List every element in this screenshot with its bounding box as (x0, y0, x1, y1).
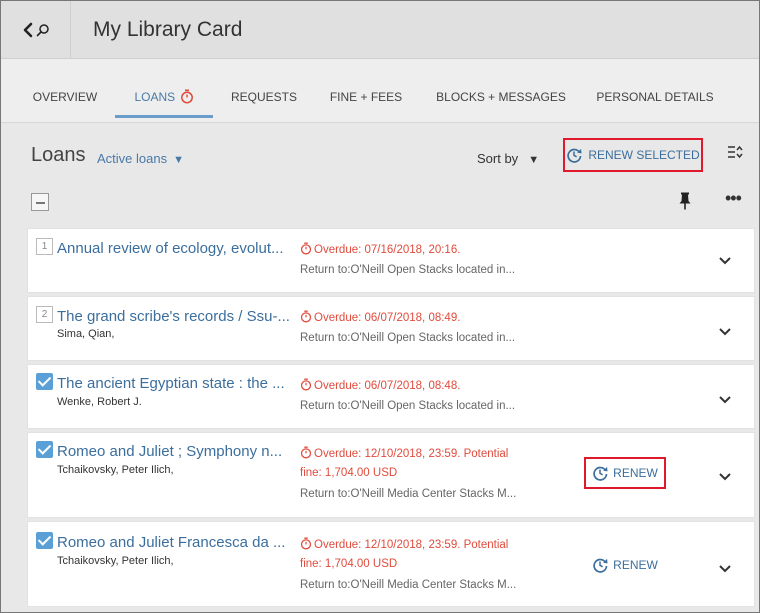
loan-checkbox[interactable]: 1 (36, 238, 53, 255)
stopwatch-icon (300, 242, 312, 255)
tab-label: BLOCKS + MESSAGES (436, 90, 566, 104)
overdue-status: Overdue: 06/07/2018, 08:48. (300, 378, 460, 392)
tab-loans[interactable]: LOANS (115, 59, 213, 123)
caret-down-icon: ▼ (528, 154, 540, 166)
overdue-text: Overdue: 06/07/2018, 08:48. (314, 380, 461, 392)
chevron-down-icon[interactable] (718, 253, 732, 271)
loan-item: Romeo and Juliet Francesca da ... Tchaik… (28, 522, 754, 606)
tab-bar: OVERVIEW LOANS REQUESTS FINE + FEES BLOC… (1, 59, 759, 123)
renew-clock-icon (592, 465, 609, 481)
selection-row: ••• (1, 188, 759, 228)
tab-blocks-messages[interactable]: BLOCKS + MESSAGES (431, 59, 571, 123)
tab-fine-fees[interactable]: FINE + FEES (321, 59, 411, 123)
loans-panel: Loans Active loans ▼ Sort by ▼ RENEW SELEC… (1, 124, 759, 612)
overdue-text: Overdue: 06/07/2018, 08:49. (314, 312, 461, 324)
tab-requests[interactable]: REQUESTS (223, 59, 305, 123)
tab-label: OVERVIEW (32, 90, 98, 104)
renew-selected-button[interactable]: RENEW SELECTED (563, 138, 703, 172)
return-location: Return to:O'Neill Open Stacks located in… (300, 264, 516, 276)
return-location: Return to:O'Neill Media Center Stacks M.… (300, 488, 517, 500)
renew-clock-icon (592, 557, 609, 573)
loan-author: Tchaikovsky, Peter Ilich, (57, 464, 174, 476)
more-horizontal-icon[interactable]: ••• (725, 188, 742, 209)
back-search-button[interactable] (1, 1, 71, 59)
stopwatch-icon (300, 537, 312, 550)
loan-title-link[interactable]: Annual review of ecology, evolut... (57, 240, 284, 257)
loan-item: 1 Annual review of ecology, evolut... Ov… (28, 229, 754, 292)
potential-fine: fine: 1,704.00 USD (300, 467, 398, 479)
stopwatch-icon (180, 89, 193, 104)
tab-label: REQUESTS (230, 90, 297, 104)
pin-icon[interactable] (679, 192, 691, 215)
renew-label: RENEW (613, 558, 658, 572)
loan-item: The ancient Egyptian state : the ... Wen… (28, 365, 754, 428)
loan-checkbox[interactable] (36, 532, 53, 549)
overdue-text: Overdue: 07/16/2018, 20:16. (314, 244, 461, 256)
overdue-status: Overdue: 06/07/2018, 08:49. (300, 310, 460, 324)
chevron-down-icon[interactable] (718, 561, 732, 579)
chevron-down-icon[interactable] (718, 469, 732, 487)
chevron-left-icon[interactable] (22, 22, 34, 38)
return-location: Return to:O'Neill Media Center Stacks M.… (300, 579, 517, 591)
stopwatch-icon (300, 378, 312, 391)
potential-fine: fine: 1,704.00 USD (300, 558, 398, 570)
overdue-text: Overdue: 12/10/2018, 23:59. Potential (314, 539, 509, 551)
loan-author: Wenke, Robert J. (57, 396, 142, 408)
stopwatch-icon (300, 310, 312, 323)
active-tab-indicator (115, 115, 213, 118)
renew-button[interactable]: RENEW (584, 457, 666, 489)
loan-checkbox[interactable]: 2 (36, 306, 53, 323)
loan-title-link[interactable]: The grand scribe's records / Ssu-... (57, 308, 290, 325)
loan-title-link[interactable]: Romeo and Juliet ; Symphony n... (57, 443, 282, 460)
loan-item: 2 The grand scribe's records / Ssu-... S… (28, 297, 754, 360)
chevron-down-icon[interactable] (718, 324, 732, 342)
loans-toolbar: Loans Active loans ▼ Sort by ▼ RENEW SELEC… (1, 124, 759, 188)
loan-checkbox[interactable] (36, 373, 53, 390)
return-location: Return to:O'Neill Open Stacks located in… (300, 332, 516, 344)
density-toggle-icon[interactable] (727, 144, 743, 165)
tab-label: PERSONAL DETAILS (596, 90, 714, 104)
loan-title-link[interactable]: Romeo and Juliet Francesca da ... (57, 534, 285, 551)
overdue-status: Overdue: 12/10/2018, 23:59. Potential (300, 537, 508, 551)
page-title: My Library Card (93, 18, 243, 41)
loan-title-link[interactable]: The ancient Egyptian state : the ... (57, 375, 285, 392)
return-location: Return to:O'Neill Open Stacks located in… (300, 400, 516, 412)
loan-filter-dropdown[interactable]: Active loans ▼ (97, 151, 184, 166)
overdue-text: Overdue: 12/10/2018, 23:59. Potential (314, 448, 509, 460)
overdue-status: Overdue: 12/10/2018, 23:59. Potential (300, 446, 508, 460)
section-title: Loans (31, 144, 86, 166)
stopwatch-icon (300, 446, 312, 459)
renew-button[interactable]: RENEW (584, 549, 666, 581)
library-card-window: My Library Card OVERVIEW LOANS REQUESTS … (0, 0, 760, 613)
caret-down-icon: ▼ (173, 154, 184, 166)
loan-author: Sima, Qian, (57, 328, 115, 340)
chevron-down-icon[interactable] (718, 392, 732, 410)
loan-author: Tchaikovsky, Peter Ilich, (57, 555, 174, 567)
search-icon[interactable] (36, 23, 50, 37)
tab-label: LOANS (134, 90, 176, 104)
tab-label: FINE + FEES (329, 90, 403, 104)
tab-personal-details[interactable]: PERSONAL DETAILS (587, 59, 723, 123)
title-bar: My Library Card (1, 1, 759, 59)
overdue-status: Overdue: 07/16/2018, 20:16. (300, 242, 460, 256)
renew-label: RENEW (613, 466, 658, 480)
filter-value: Active loans (97, 151, 168, 166)
sort-by-dropdown[interactable]: Sort by ▼ (477, 151, 539, 166)
renew-selected-label: RENEW SELECTED (588, 148, 700, 162)
sort-label: Sort by (477, 151, 519, 166)
select-all-checkbox[interactable] (31, 193, 49, 211)
loan-item: Romeo and Juliet ; Symphony n... Tchaiko… (28, 433, 754, 517)
tab-overview[interactable]: OVERVIEW (27, 59, 103, 123)
renew-clock-icon (566, 147, 583, 163)
loan-checkbox[interactable] (36, 441, 53, 458)
